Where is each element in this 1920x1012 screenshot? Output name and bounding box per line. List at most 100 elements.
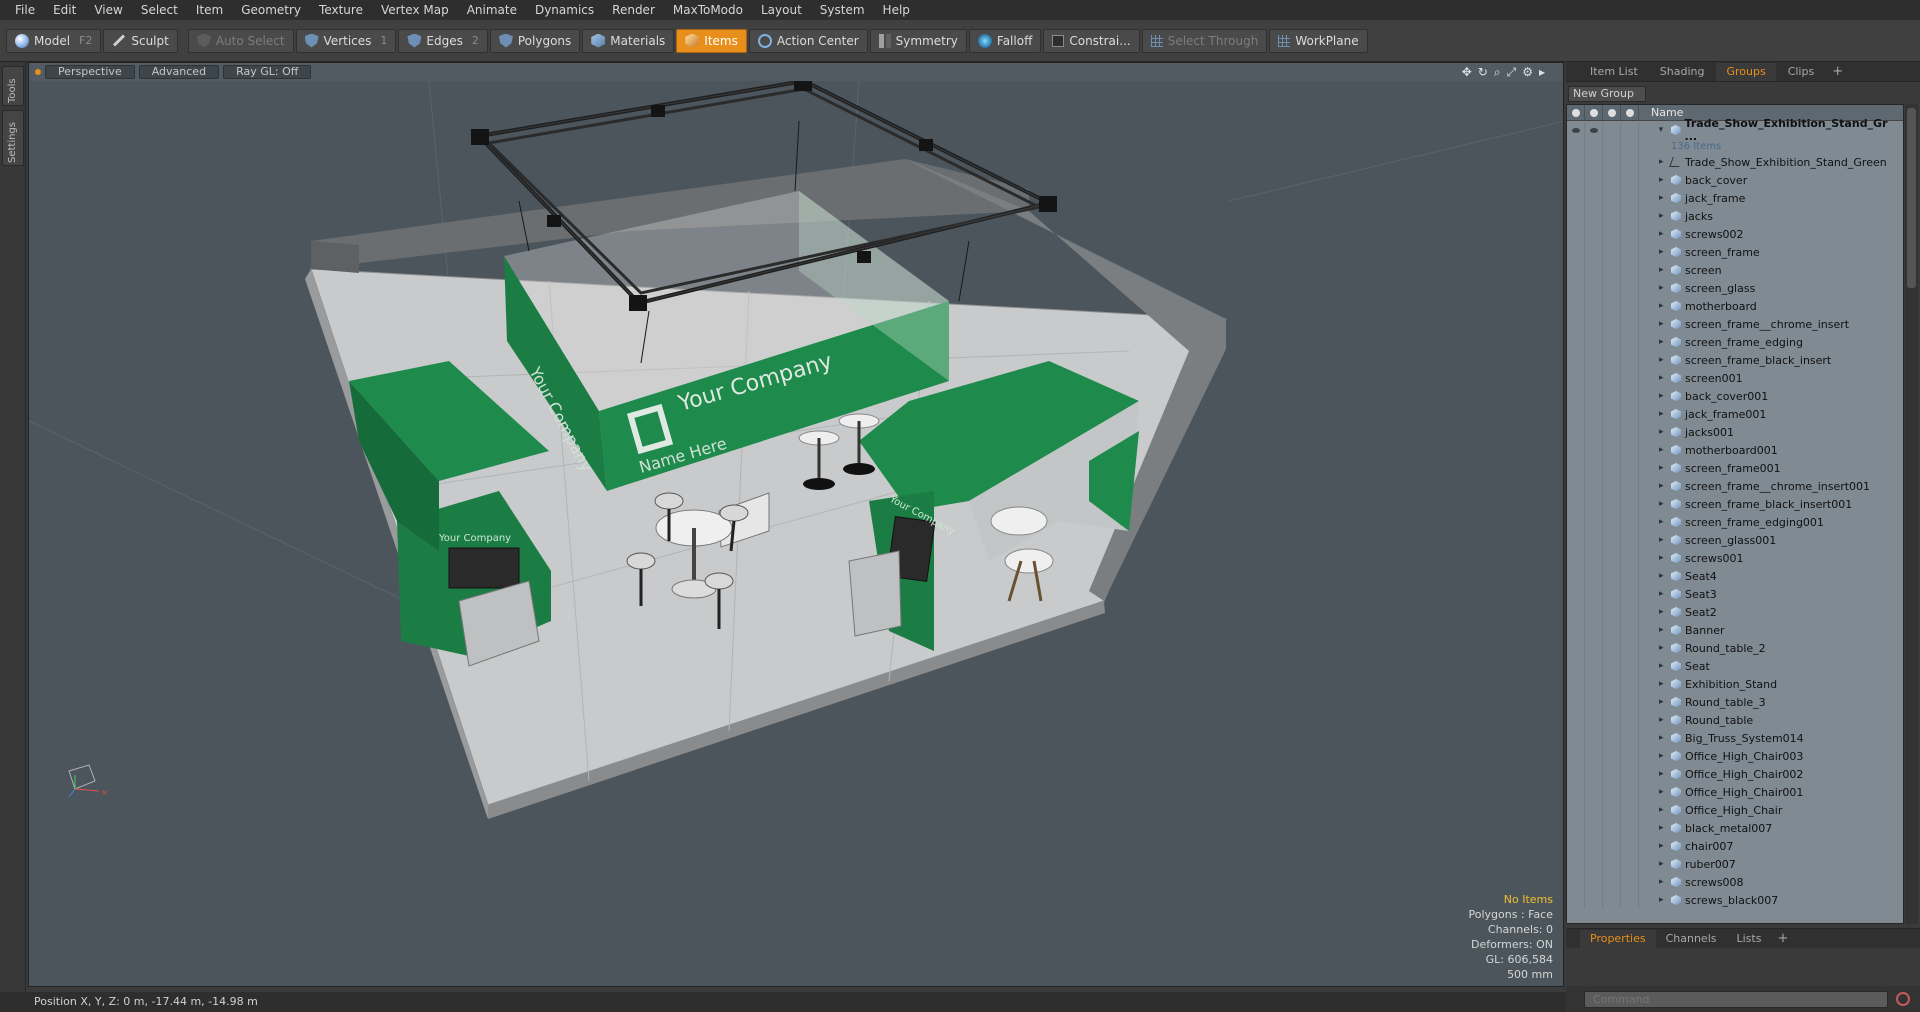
workplane-button[interactable]: WorkPlane — [1269, 28, 1368, 53]
tree-item[interactable]: ▸ screen — [1567, 261, 1903, 279]
tools-tab[interactable]: Tools — [2, 66, 24, 106]
materials-button[interactable]: Materials — [582, 28, 675, 53]
expand-icon[interactable]: ▸ — [1659, 175, 1671, 185]
menu-animate[interactable]: Animate — [458, 0, 526, 20]
tree-item[interactable]: ▸ screws001 — [1567, 549, 1903, 567]
tree-item[interactable]: ▸ Office_High_Chair002 — [1567, 765, 1903, 783]
expand-icon[interactable]: ▸ — [1659, 193, 1671, 203]
expand-icon[interactable]: ▸ — [1659, 445, 1671, 455]
tree-item[interactable]: ▸ screen_glass001 — [1567, 531, 1903, 549]
zoom-icon[interactable]: ⌕ — [1494, 65, 1501, 79]
lock-column-icon[interactable] — [1603, 105, 1621, 121]
tab-channels[interactable]: Channels — [1656, 930, 1727, 948]
gear-icon[interactable]: ⚙ — [1522, 65, 1533, 79]
expand-icon[interactable]: ▸ — [1659, 895, 1671, 905]
tree-item[interactable]: ▸ back_cover — [1567, 171, 1903, 189]
arrow-right-icon[interactable]: ▸ — [1539, 65, 1545, 79]
maximize-icon[interactable]: ⤢ — [1507, 65, 1517, 79]
auto-select-button[interactable]: Auto Select — [187, 28, 294, 53]
expand-icon[interactable]: ▸ — [1659, 607, 1671, 617]
tree-item[interactable]: ▸ screen_frame_edging — [1567, 333, 1903, 351]
tree-item[interactable]: ▸ screws002 — [1567, 225, 1903, 243]
tab-lists[interactable]: Lists — [1727, 930, 1772, 948]
pan-icon[interactable]: ✥ — [1462, 65, 1472, 79]
tree-item[interactable]: ▸ Banner — [1567, 621, 1903, 639]
menu-view[interactable]: View — [85, 0, 131, 20]
expand-icon[interactable]: ▸ — [1659, 679, 1671, 689]
tree-item[interactable]: ▸ jacks — [1567, 207, 1903, 225]
tree-item[interactable]: ▸ screen_frame_black_insert001 — [1567, 495, 1903, 513]
expand-icon[interactable]: ▸ — [1659, 481, 1671, 491]
tree-item[interactable]: ▸ screws008 — [1567, 873, 1903, 891]
tree-item[interactable]: ▸ Exhibition_Stand — [1567, 675, 1903, 693]
expand-icon[interactable]: ▸ — [1659, 823, 1671, 833]
items-button[interactable]: Items — [676, 28, 747, 53]
command-history-icon[interactable] — [1896, 992, 1910, 1006]
expand-icon[interactable]: ▸ — [1659, 643, 1671, 653]
collapse-icon[interactable]: ▾ — [1659, 125, 1671, 135]
tree-item[interactable]: ▸ Round_table_2 — [1567, 639, 1903, 657]
expand-icon[interactable]: ▸ — [1659, 805, 1671, 815]
expand-icon[interactable]: ▸ — [1659, 301, 1671, 311]
expand-icon[interactable]: ▸ — [1659, 553, 1671, 563]
expand-icon[interactable]: ▸ — [1659, 769, 1671, 779]
expand-icon[interactable]: ▸ — [1659, 625, 1671, 635]
expand-icon[interactable]: ▸ — [1659, 733, 1671, 743]
expand-icon[interactable]: ▸ — [1659, 229, 1671, 239]
sculpt-mode-button[interactable]: Sculpt — [103, 28, 178, 53]
viewport-menu-dot[interactable] — [35, 69, 41, 75]
expand-icon[interactable]: ▸ — [1659, 661, 1671, 671]
tree-item[interactable]: ▸ black_metal007 — [1567, 819, 1903, 837]
tab-item-list[interactable]: Item List — [1580, 63, 1648, 81]
vertices-button[interactable]: Vertices 1 — [295, 28, 397, 53]
menu-select[interactable]: Select — [132, 0, 187, 20]
expand-icon[interactable]: ▸ — [1659, 265, 1671, 275]
symmetry-button[interactable]: Symmetry — [869, 28, 967, 53]
tree-item[interactable]: ▸ Office_High_Chair — [1567, 801, 1903, 819]
settings-tab[interactable]: Settings — [2, 110, 24, 166]
tree-item[interactable]: ▸ Seat2 — [1567, 603, 1903, 621]
menu-geometry[interactable]: Geometry — [232, 0, 310, 20]
tree-item[interactable]: ▸ Office_High_Chair001 — [1567, 783, 1903, 801]
select-through-button[interactable]: Select Through — [1141, 28, 1268, 53]
new-group-button[interactable]: New Group — [1568, 86, 1646, 102]
tree-item[interactable]: ▸ screen_glass — [1567, 279, 1903, 297]
expand-icon[interactable]: ▸ — [1659, 319, 1671, 329]
menu-edit[interactable]: Edit — [44, 0, 85, 20]
expand-icon[interactable]: ▸ — [1659, 409, 1671, 419]
menu-file[interactable]: File — [6, 0, 44, 20]
tree-item[interactable]: ▸ Seat3 — [1567, 585, 1903, 603]
expand-icon[interactable]: ▸ — [1659, 427, 1671, 437]
name-column-header[interactable]: Name — [1639, 106, 1683, 119]
expand-icon[interactable]: ▸ — [1659, 247, 1671, 257]
tree-item[interactable]: ▸ screen_frame_black_insert — [1567, 351, 1903, 369]
render-column-icon[interactable] — [1585, 105, 1603, 121]
add-tab-icon[interactable]: + — [1826, 63, 1849, 81]
expand-icon[interactable]: ▸ — [1659, 535, 1671, 545]
add-bottom-tab-icon[interactable]: + — [1771, 930, 1794, 948]
expand-icon[interactable]: ▸ — [1659, 787, 1671, 797]
expand-icon[interactable]: ▸ — [1659, 715, 1671, 725]
expand-icon[interactable]: ▸ — [1659, 463, 1671, 473]
expand-icon[interactable]: ▸ — [1659, 391, 1671, 401]
expand-icon[interactable]: ▸ — [1659, 499, 1671, 509]
select-column-icon[interactable] — [1621, 105, 1639, 121]
tree-item[interactable]: ▸ Seat — [1567, 657, 1903, 675]
tree-item[interactable]: ▸ screen_frame_edging001 — [1567, 513, 1903, 531]
tree-item[interactable]: ▸ screen_frame__chrome_insert — [1567, 315, 1903, 333]
tab-clips[interactable]: Clips — [1778, 63, 1825, 81]
menu-item[interactable]: Item — [187, 0, 232, 20]
tree-item[interactable]: ▸ Seat4 — [1567, 567, 1903, 585]
expand-icon[interactable]: ▸ — [1659, 517, 1671, 527]
tree-item[interactable]: ▸ screws_black007 — [1567, 891, 1903, 909]
menu-dynamics[interactable]: Dynamics — [526, 0, 603, 20]
expand-icon[interactable]: ▸ — [1659, 751, 1671, 761]
tree-item[interactable]: ▸ Round_table_3 — [1567, 693, 1903, 711]
tree-item[interactable]: ▸ jack_frame001 — [1567, 405, 1903, 423]
expand-icon[interactable]: ▸ — [1659, 859, 1671, 869]
tree-item[interactable]: ▸ screen001 — [1567, 369, 1903, 387]
tree-item[interactable]: ▸ screen_frame001 — [1567, 459, 1903, 477]
rotate-icon[interactable]: ↻ — [1478, 65, 1488, 79]
menu-vertex-map[interactable]: Vertex Map — [372, 0, 458, 20]
expand-icon[interactable]: ▸ — [1659, 877, 1671, 887]
